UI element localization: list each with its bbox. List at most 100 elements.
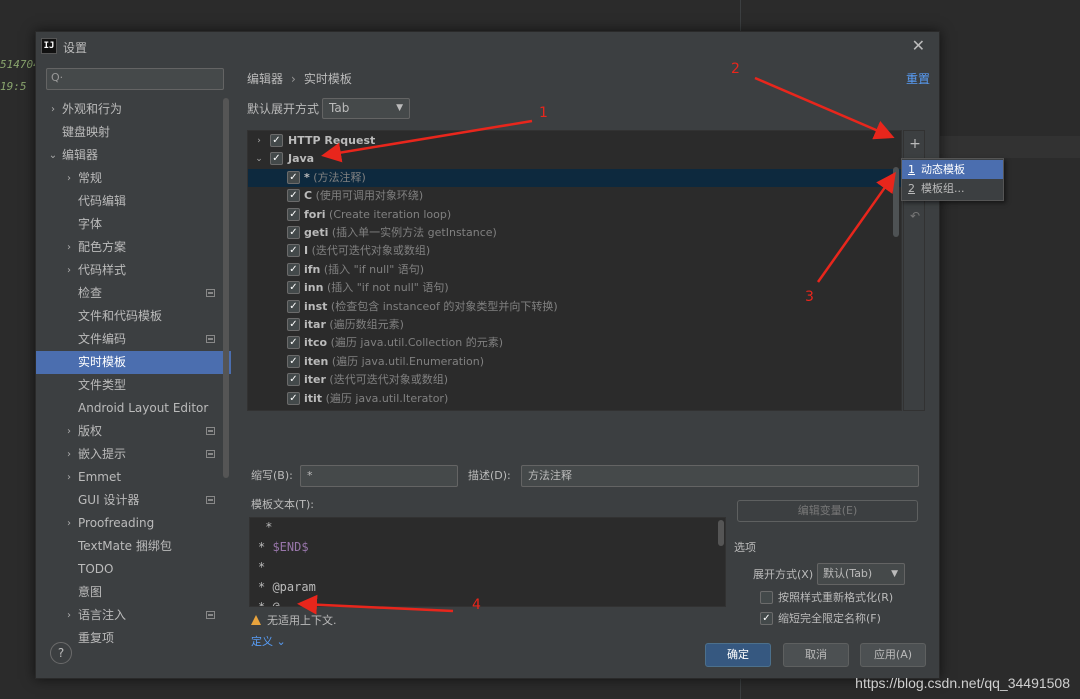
default-expand-select[interactable]: Tab ▼ xyxy=(322,98,410,119)
template-label: geti (插入单一实例方法 getInstance) xyxy=(304,224,497,242)
template-row[interactable]: ✓ * (方法注释) xyxy=(248,168,901,187)
template-text-editor[interactable]: * * $END$ * * @param * @... xyxy=(249,517,726,607)
sidebar-item[interactable]: › Proofreading xyxy=(36,512,231,535)
checkbox[interactable]: ✓ xyxy=(287,354,300,368)
sidebar-item[interactable]: › 嵌入提示 xyxy=(36,443,231,466)
close-icon[interactable]: ✕ xyxy=(912,36,925,55)
sidebar-item[interactable]: Android Layout Editor xyxy=(36,397,231,420)
checkbox[interactable]: ✓ xyxy=(287,207,300,221)
menu-item-template-group[interactable]: 2 模板组... xyxy=(902,179,1003,198)
chevron-right-icon[interactable]: › xyxy=(48,98,58,121)
template-row[interactable]: ✓ iter (迭代可迭代对象或数组) xyxy=(248,371,901,389)
sidebar-item[interactable]: 实时模板 xyxy=(36,351,231,374)
template-scrollbar[interactable] xyxy=(718,520,724,546)
reset-link[interactable]: 重置 xyxy=(906,70,930,87)
sidebar-item[interactable]: 字体 xyxy=(36,213,231,236)
sidebar-scrollbar[interactable] xyxy=(223,98,229,478)
apply-button[interactable]: 应用(A) xyxy=(860,643,926,667)
template-row[interactable]: ✓ I (迭代可迭代对象或数组) xyxy=(248,242,901,260)
help-button[interactable]: ? xyxy=(50,642,72,664)
sidebar-item-label: 实时模板 xyxy=(78,355,127,369)
expand-with-select[interactable]: 默认(Tab) ▼ xyxy=(817,563,905,585)
template-row[interactable]: ✓ itar (遍历数组元素) xyxy=(248,316,901,334)
sidebar-item[interactable]: 文件和代码模板 xyxy=(36,305,231,328)
sidebar-item[interactable]: 检查 xyxy=(36,282,231,305)
checkbox[interactable]: ✓ xyxy=(287,170,300,184)
chevron-right-icon[interactable]: › xyxy=(64,604,74,627)
template-row[interactable]: ✓ iten (遍历 java.util.Enumeration) xyxy=(248,353,901,371)
chevron-right-icon[interactable]: › xyxy=(64,443,74,466)
checkbox[interactable]: ✓ xyxy=(287,336,300,350)
checkbox[interactable]: ✓ xyxy=(270,152,283,166)
chevron-right-icon[interactable]: › xyxy=(64,167,74,190)
chevron-right-icon[interactable]: › xyxy=(64,259,74,282)
menu-item-live-template[interactable]: 1 动态模板 xyxy=(902,160,1003,179)
template-group-row[interactable]: ⌄ ✓ Java xyxy=(248,150,901,168)
template-label: C (使用可调用对象环绕) xyxy=(304,187,423,205)
chevron-down-icon[interactable]: ⌄ xyxy=(254,150,264,168)
reformat-checkbox[interactable] xyxy=(760,591,773,604)
sidebar-item[interactable]: 代码编辑 xyxy=(36,190,231,213)
template-row[interactable]: ✓ geti (插入单一实例方法 getInstance) xyxy=(248,224,901,242)
sidebar-item[interactable]: › 常规 xyxy=(36,167,231,190)
template-row[interactable]: ✓ fori (Create iteration loop) xyxy=(248,206,901,224)
sidebar-item[interactable]: ⌄ 编辑器 xyxy=(36,144,231,167)
description-field[interactable]: 方法注释 xyxy=(521,465,919,487)
checkbox[interactable]: ✓ xyxy=(287,373,300,387)
template-text-label: 模板文本(T): xyxy=(251,498,315,511)
abbreviation-field[interactable]: * xyxy=(300,465,458,487)
checkbox[interactable]: ✓ xyxy=(287,299,300,313)
template-abbreviation: * xyxy=(304,170,310,184)
cancel-button[interactable]: 取消 xyxy=(783,643,849,667)
sidebar-item[interactable]: TODO xyxy=(36,558,231,581)
sidebar-item[interactable]: › 代码样式 xyxy=(36,259,231,282)
checkbox[interactable]: ✓ xyxy=(287,391,300,405)
chevron-right-icon[interactable]: › xyxy=(254,132,264,150)
sidebar-item[interactable]: GUI 设计器 xyxy=(36,489,231,512)
templates-scrollbar[interactable] xyxy=(893,167,899,237)
shorten-fqn-checkbox[interactable]: ✓ xyxy=(760,612,773,625)
checkbox[interactable]: ✓ xyxy=(287,226,300,239)
sidebar-item[interactable]: 文件类型 xyxy=(36,374,231,397)
checkbox[interactable]: ✓ xyxy=(287,189,300,203)
sidebar-item[interactable]: 意图 xyxy=(36,581,231,604)
checkbox[interactable]: ✓ xyxy=(287,318,300,331)
template-row[interactable]: ✓ itit (遍历 java.util.Iterator) xyxy=(248,390,901,408)
sidebar-item[interactable]: › 版权 xyxy=(36,420,231,443)
chevron-right-icon[interactable]: › xyxy=(64,420,74,443)
sidebar-item[interactable]: 文件编码 xyxy=(36,328,231,351)
sidebar-item[interactable]: TextMate 捆绑包 xyxy=(36,535,231,558)
dialog-title: 设置 xyxy=(63,41,88,55)
sidebar-item[interactable]: 键盘映射 xyxy=(36,121,231,144)
breadcrumb-parent[interactable]: 编辑器 xyxy=(247,72,283,86)
checkbox[interactable]: ✓ xyxy=(270,134,283,147)
add-icon[interactable]: + xyxy=(904,134,926,154)
sidebar-item[interactable]: › 语言注入 xyxy=(36,604,231,627)
chevron-right-icon[interactable]: › xyxy=(64,236,74,259)
chevron-right-icon[interactable]: › xyxy=(64,466,74,489)
template-row[interactable]: ✓ inst (检查包含 instanceof 的对象类型并向下转换) xyxy=(248,298,901,316)
template-row[interactable]: ✓ ifn (插入 "if null" 语句) xyxy=(248,261,901,279)
sidebar-item[interactable]: › 外观和行为 xyxy=(36,98,231,121)
chevron-down-icon[interactable]: ⌄ xyxy=(48,144,58,167)
edit-variables-button[interactable]: 编辑变量(E) xyxy=(737,500,918,522)
template-line: * xyxy=(258,560,266,574)
ok-button[interactable]: 确定 xyxy=(705,643,771,667)
sidebar-item-label: TODO xyxy=(78,562,114,576)
checkbox[interactable]: ✓ xyxy=(287,281,300,295)
chevron-right-icon[interactable]: › xyxy=(64,512,74,535)
template-abbreviation: iten xyxy=(304,354,329,368)
undo-icon[interactable]: ↶ xyxy=(904,206,926,226)
template-description: (检查包含 instanceof 的对象类型并向下转换) xyxy=(330,299,558,313)
warning-text: 无适用上下文. xyxy=(267,614,337,627)
template-group-row[interactable]: › ✓ HTTP Request xyxy=(248,132,901,150)
template-row[interactable]: ✓ inn (插入 "if not null" 语句) xyxy=(248,279,901,297)
sidebar-item[interactable]: › Emmet xyxy=(36,466,231,489)
sidebar-item[interactable]: › 配色方案 xyxy=(36,236,231,259)
search-input[interactable]: Q· xyxy=(46,68,224,90)
settings-dialog: IJ 设置 ✕ Q· › 外观和行为 键盘映射 ⌄ 编辑器 › 常规 代码编辑 字体 › 配色方案 ›… xyxy=(35,31,1004,679)
checkbox[interactable]: ✓ xyxy=(287,262,300,276)
template-row[interactable]: ✓ itco (遍历 java.util.Collection 的元素) xyxy=(248,334,901,352)
checkbox[interactable]: ✓ xyxy=(287,244,300,258)
template-row[interactable]: ✓ C (使用可调用对象环绕) xyxy=(248,187,901,205)
